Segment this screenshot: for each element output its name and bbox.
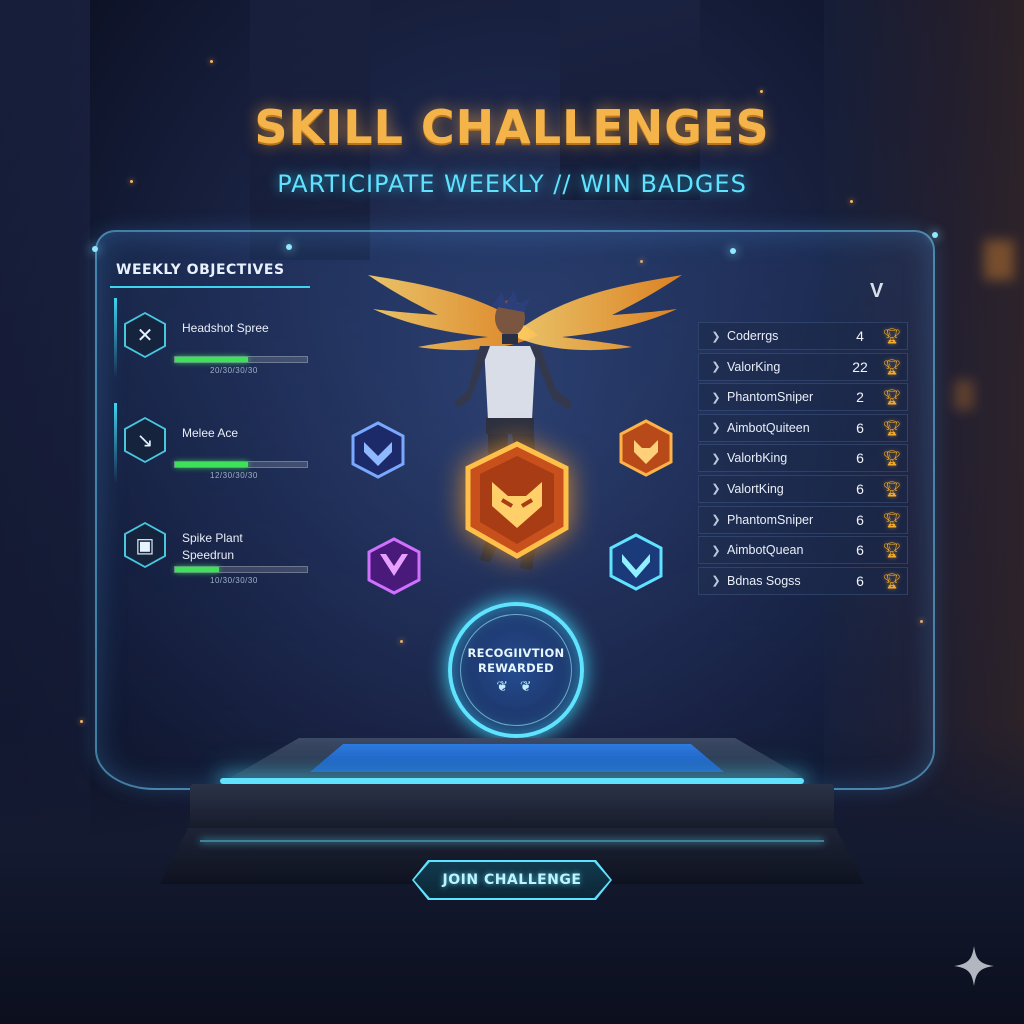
player-name: Coderrgs (727, 329, 779, 343)
rank-chevron-icon: ❯ (711, 544, 721, 557)
panel-node (730, 248, 736, 254)
spike-icon: ▣ (124, 522, 166, 568)
gold-champion-badge-icon (462, 440, 572, 560)
leaderboard-row[interactable]: ❯ PhantomSniper 6 🏆︎ (698, 505, 908, 534)
window-light (954, 380, 974, 410)
seal-text-line1: RECOGIIVTION (467, 645, 565, 660)
valorant-logo-icon: V (870, 280, 884, 302)
pedestal-light-line (200, 840, 824, 842)
player-score: 6 (856, 480, 864, 497)
player-score: 6 (856, 542, 864, 559)
laurel-icon: ❦ ❦ (496, 677, 536, 694)
objective-name: Melee Ace (182, 426, 239, 440)
rank-chevron-icon: ❯ (711, 330, 721, 343)
leaderboard-row[interactable]: ❯ AimbotQuean 6 🏆︎ (698, 536, 908, 565)
objective-progress-text: 20/30/30/30 (210, 366, 258, 375)
objective-progress-text: 10/30/30/30 (210, 576, 258, 585)
panel-node (92, 246, 98, 252)
objective-item-spike[interactable]: ▣ Spike Plant Speedrun 10/30/30/30 (110, 508, 320, 603)
cyan-rank-badge-icon (606, 532, 666, 592)
trophy-icon: 🏆︎ (882, 511, 902, 529)
objective-progress-bar (174, 356, 308, 363)
player-score: 6 (856, 511, 864, 528)
player-name: AimbotQuiteen (727, 420, 810, 435)
knife-icon: ↘ (124, 417, 166, 463)
trophy-icon: 🏆︎ (882, 572, 902, 590)
rank-chevron-icon: ❯ (711, 361, 721, 374)
panel-node (932, 232, 938, 238)
player-score: 22 (852, 358, 868, 375)
rank-chevron-icon: ❯ (711, 575, 721, 588)
leaderboard-row[interactable]: ❯ PhantomSniper 2 🏆︎ (698, 383, 908, 412)
rank-chevron-icon: ❯ (711, 452, 721, 465)
pedestal-screen (310, 744, 724, 772)
objective-name: Headshot Spree (182, 321, 269, 335)
sparkle (760, 90, 763, 93)
objective-name: Spike Plant Speedrun (182, 531, 243, 562)
join-challenge-button[interactable]: JOIN CHALLENGE (412, 860, 612, 900)
trophy-icon: 🏆︎ (882, 450, 902, 468)
blue-rank-badge-icon (348, 420, 408, 480)
weekly-objectives-panel: WEEKLY OBJECTIVES ✕ Headshot Spree 20/30… (110, 262, 320, 603)
sparkle-star-icon (952, 944, 996, 988)
orange-rank-badge-icon (616, 418, 676, 478)
page-subtitle: PARTICIPATE WEEKLY // WIN BADGES (277, 170, 747, 198)
recognition-seal: RECOGIIVTION REWARDED ❦ ❦ (448, 602, 584, 738)
player-score: 4 (856, 328, 864, 344)
player-name: ValorKing (727, 359, 781, 374)
sparkle (210, 60, 213, 63)
rank-chevron-icon: ❯ (711, 422, 721, 435)
player-name: PhantomSniper (727, 512, 814, 527)
player-name: Bdnas Sogss (727, 573, 801, 588)
leaderboard: ❯ Coderrgs 4 🏆︎ ❯ ValorKing 22 🏆︎ ❯ PhantomSniper… (698, 322, 908, 597)
sparkle (850, 200, 853, 203)
leaderboard-row[interactable]: ❯ Bdnas Sogss 6 🏆︎ (698, 566, 908, 595)
window-light (984, 240, 1014, 280)
crossed-swords-icon: ✕ (124, 312, 166, 358)
player-score: 6 (856, 572, 864, 589)
purple-rank-badge-icon (364, 536, 424, 596)
player-score: 6 (856, 419, 864, 436)
trophy-icon: 🏆︎ (882, 389, 902, 407)
seal-text-line2: REWARDED (478, 660, 554, 675)
trophy-icon: 🏆︎ (882, 358, 902, 376)
rank-chevron-icon: ❯ (711, 391, 721, 404)
panel-node (286, 244, 292, 250)
sparkle (80, 720, 83, 723)
trophy-icon: 🏆︎ (882, 542, 902, 560)
player-name: ValortKing (727, 481, 784, 496)
player-score: 6 (856, 450, 864, 467)
leaderboard-row[interactable]: ❯ Coderrgs 4 🏆︎ (698, 322, 908, 350)
rank-chevron-icon: ❯ (711, 483, 721, 496)
objective-progress-bar (174, 461, 308, 468)
player-name: PhantomSniper (727, 390, 814, 405)
trophy-icon: 🏆︎ (882, 419, 902, 437)
rank-chevron-icon: ❯ (711, 514, 721, 527)
objective-item-melee[interactable]: ↘ Melee Ace 12/30/30/30 (110, 403, 320, 498)
pedestal-middle (190, 784, 834, 830)
player-name: AimbotQuean (727, 543, 804, 558)
trophy-icon: 🏆︎ (882, 328, 902, 345)
player-name: ValorbKing (727, 451, 788, 466)
leaderboard-row[interactable]: ❯ AimbotQuiteen 6 🏆︎ (698, 413, 908, 442)
objective-progress-bar (174, 566, 308, 573)
objective-progress-text: 12/30/30/30 (210, 471, 258, 480)
objective-item-headshot[interactable]: ✕ Headshot Spree 20/30/30/30 (110, 298, 320, 393)
leaderboard-row[interactable]: ❯ ValorKing 22 🏆︎ (698, 352, 908, 381)
page-title: SKILL CHALLENGES (254, 100, 770, 154)
objectives-heading: WEEKLY OBJECTIVES (110, 262, 310, 288)
player-score: 2 (856, 389, 864, 406)
leaderboard-row[interactable]: ❯ ValortKing 6 🏆︎ (698, 474, 908, 503)
trophy-icon: 🏆︎ (882, 480, 902, 498)
leaderboard-row[interactable]: ❯ ValorbKing 6 🏆︎ (698, 444, 908, 473)
